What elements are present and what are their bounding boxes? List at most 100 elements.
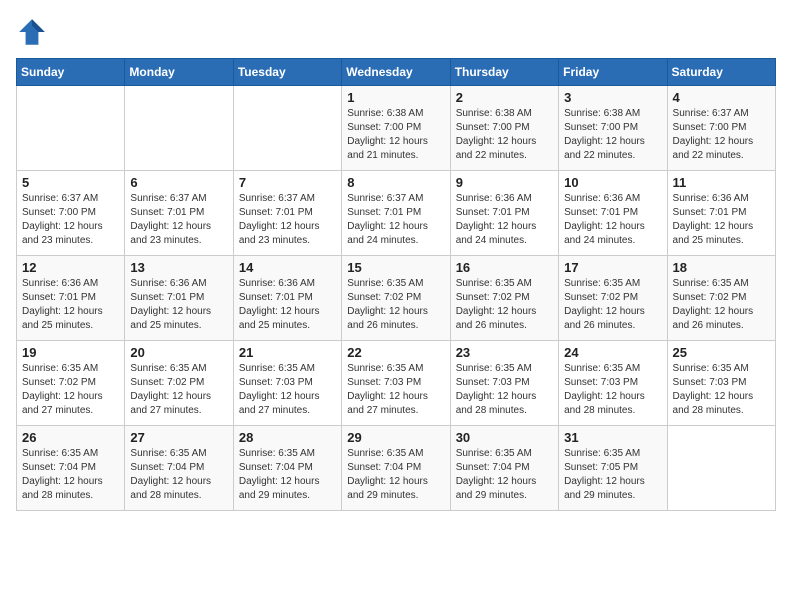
day-cell: 4Sunrise: 6:37 AM Sunset: 7:00 PM Daylig… xyxy=(667,86,775,171)
day-info: Sunrise: 6:35 AM Sunset: 7:02 PM Dayligh… xyxy=(22,362,119,418)
day-cell xyxy=(667,426,775,511)
day-info: Sunrise: 6:35 AM Sunset: 7:04 PM Dayligh… xyxy=(239,447,336,503)
day-cell: 5 Sunrise: 6:37 AM Sunset: 7:00 PM Daylig… xyxy=(17,171,125,256)
day-info: Sunrise: 6:35 AM Sunset: 7:03 PM Dayligh… xyxy=(456,362,553,418)
day-cell: 28 Sunrise: 6:35 AM Sunset: 7:04 PM Dayli… xyxy=(233,426,341,511)
week-row-4: 19 Sunrise: 6:35 AM Sunset: 7:02 PM Dayli… xyxy=(17,341,776,426)
day-info: Sunrise: 6:36 AM Sunset: 7:01 PM Dayligh… xyxy=(239,277,336,333)
day-cell: 11 Sunrise: 6:36 AM Sunset: 7:01 PM Dayli… xyxy=(667,171,775,256)
day-cell xyxy=(17,86,125,171)
header-tuesday: Tuesday xyxy=(233,59,341,86)
day-cell: 25Sunrise: 6:35 AM Sunset: 7:03 PM Dayli… xyxy=(667,341,775,426)
day-number: 18 xyxy=(673,260,770,275)
day-cell: 10Sunrise: 6:36 AM Sunset: 7:01 PM Dayli… xyxy=(559,171,667,256)
day-number: 16 xyxy=(456,260,553,275)
day-number: 8 xyxy=(347,175,444,190)
day-cell: 26Sunrise: 6:35 AM Sunset: 7:04 PM Dayli… xyxy=(17,426,125,511)
day-cell: 17Sunrise: 6:35 AM Sunset: 7:02 PM Dayli… xyxy=(559,256,667,341)
day-info: Sunrise: 6:35 AM Sunset: 7:05 PM Dayligh… xyxy=(564,447,661,503)
day-number: 21 xyxy=(239,345,336,360)
day-cell: 30 Sunrise: 6:35 AM Sunset: 7:04 PM Dayli… xyxy=(450,426,558,511)
day-number: 2 xyxy=(456,90,553,105)
day-info: Sunrise: 6:35 AM Sunset: 7:02 PM Dayligh… xyxy=(673,277,770,333)
day-info: Sunrise: 6:35 AM Sunset: 7:04 PM Dayligh… xyxy=(347,447,444,503)
day-cell: 12 Sunrise: 6:36 AM Sunset: 7:01 PM Dayli… xyxy=(17,256,125,341)
day-number: 9 xyxy=(456,175,553,190)
day-number: 7 xyxy=(239,175,336,190)
day-info: Sunrise: 6:36 AM Sunset: 7:01 PM Dayligh… xyxy=(673,192,770,248)
day-number: 30 xyxy=(456,430,553,445)
day-info: Sunrise: 6:36 AM Sunset: 7:01 PM Dayligh… xyxy=(130,277,227,333)
day-cell: 31 Sunrise: 6:35 AM Sunset: 7:05 PM Dayli… xyxy=(559,426,667,511)
day-cell: 27Sunrise: 6:35 AM Sunset: 7:04 PM Dayli… xyxy=(125,426,233,511)
day-info: Sunrise: 6:35 AM Sunset: 7:04 PM Dayligh… xyxy=(456,447,553,503)
day-info: Sunrise: 6:38 AM Sunset: 7:00 PM Dayligh… xyxy=(456,107,553,163)
day-cell: 6 Sunrise: 6:37 AM Sunset: 7:01 PM Daylig… xyxy=(125,171,233,256)
day-number: 13 xyxy=(130,260,227,275)
day-number: 5 xyxy=(22,175,119,190)
week-row-3: 12 Sunrise: 6:36 AM Sunset: 7:01 PM Dayli… xyxy=(17,256,776,341)
day-number: 12 xyxy=(22,260,119,275)
header-saturday: Saturday xyxy=(667,59,775,86)
day-info: Sunrise: 6:36 AM Sunset: 7:01 PM Dayligh… xyxy=(22,277,119,333)
header-wednesday: Wednesday xyxy=(342,59,450,86)
day-cell: 2 Sunrise: 6:38 AM Sunset: 7:00 PM Daylig… xyxy=(450,86,558,171)
day-cell xyxy=(233,86,341,171)
day-info: Sunrise: 6:35 AM Sunset: 7:03 PM Dayligh… xyxy=(239,362,336,418)
logo-icon xyxy=(16,16,48,48)
day-info: Sunrise: 6:36 AM Sunset: 7:01 PM Dayligh… xyxy=(456,192,553,248)
day-cell: 14 Sunrise: 6:36 AM Sunset: 7:01 PM Dayli… xyxy=(233,256,341,341)
day-info: Sunrise: 6:37 AM Sunset: 7:01 PM Dayligh… xyxy=(239,192,336,248)
day-number: 22 xyxy=(347,345,444,360)
day-cell: 8 Sunrise: 6:37 AM Sunset: 7:01 PM Daylig… xyxy=(342,171,450,256)
day-number: 1 xyxy=(347,90,444,105)
day-info: Sunrise: 6:35 AM Sunset: 7:02 PM Dayligh… xyxy=(564,277,661,333)
page-header xyxy=(16,16,776,48)
day-cell: 19 Sunrise: 6:35 AM Sunset: 7:02 PM Dayli… xyxy=(17,341,125,426)
header-sunday: Sunday xyxy=(17,59,125,86)
day-info: Sunrise: 6:37 AM Sunset: 7:00 PM Dayligh… xyxy=(673,107,770,163)
day-cell: 18 Sunrise: 6:35 AM Sunset: 7:02 PM Dayli… xyxy=(667,256,775,341)
week-row-2: 5 Sunrise: 6:37 AM Sunset: 7:00 PM Daylig… xyxy=(17,171,776,256)
day-cell: 13 Sunrise: 6:36 AM Sunset: 7:01 PM Dayli… xyxy=(125,256,233,341)
day-info: Sunrise: 6:38 AM Sunset: 7:00 PM Dayligh… xyxy=(347,107,444,163)
day-info: Sunrise: 6:37 AM Sunset: 7:00 PM Dayligh… xyxy=(22,192,119,248)
day-cell xyxy=(125,86,233,171)
day-cell: 23Sunrise: 6:35 AM Sunset: 7:03 PM Dayli… xyxy=(450,341,558,426)
day-info: Sunrise: 6:38 AM Sunset: 7:00 PM Dayligh… xyxy=(564,107,661,163)
day-info: Sunrise: 6:35 AM Sunset: 7:03 PM Dayligh… xyxy=(564,362,661,418)
day-number: 26 xyxy=(22,430,119,445)
calendar-table: SundayMondayTuesdayWednesdayThursdayFrid… xyxy=(16,58,776,511)
day-number: 14 xyxy=(239,260,336,275)
day-cell: 24 Sunrise: 6:35 AM Sunset: 7:03 PM Dayli… xyxy=(559,341,667,426)
day-cell: 20Sunrise: 6:35 AM Sunset: 7:02 PM Dayli… xyxy=(125,341,233,426)
day-number: 19 xyxy=(22,345,119,360)
day-info: Sunrise: 6:35 AM Sunset: 7:03 PM Dayligh… xyxy=(347,362,444,418)
day-info: Sunrise: 6:37 AM Sunset: 7:01 PM Dayligh… xyxy=(130,192,227,248)
day-cell: 9 Sunrise: 6:36 AM Sunset: 7:01 PM Daylig… xyxy=(450,171,558,256)
day-info: Sunrise: 6:35 AM Sunset: 7:02 PM Dayligh… xyxy=(347,277,444,333)
day-cell: 1 Sunrise: 6:38 AM Sunset: 7:00 PM Daylig… xyxy=(342,86,450,171)
day-number: 3 xyxy=(564,90,661,105)
day-number: 24 xyxy=(564,345,661,360)
day-number: 28 xyxy=(239,430,336,445)
day-cell: 16Sunrise: 6:35 AM Sunset: 7:02 PM Dayli… xyxy=(450,256,558,341)
day-cell: 7 Sunrise: 6:37 AM Sunset: 7:01 PM Daylig… xyxy=(233,171,341,256)
day-number: 31 xyxy=(564,430,661,445)
day-cell: 3 Sunrise: 6:38 AM Sunset: 7:00 PM Daylig… xyxy=(559,86,667,171)
day-info: Sunrise: 6:35 AM Sunset: 7:04 PM Dayligh… xyxy=(130,447,227,503)
day-info: Sunrise: 6:36 AM Sunset: 7:01 PM Dayligh… xyxy=(564,192,661,248)
day-number: 11 xyxy=(673,175,770,190)
logo xyxy=(16,16,52,48)
day-number: 29 xyxy=(347,430,444,445)
day-cell: 15Sunrise: 6:35 AM Sunset: 7:02 PM Dayli… xyxy=(342,256,450,341)
header-thursday: Thursday xyxy=(450,59,558,86)
day-info: Sunrise: 6:35 AM Sunset: 7:02 PM Dayligh… xyxy=(130,362,227,418)
day-cell: 29 Sunrise: 6:35 AM Sunset: 7:04 PM Dayli… xyxy=(342,426,450,511)
day-number: 6 xyxy=(130,175,227,190)
header-friday: Friday xyxy=(559,59,667,86)
day-info: Sunrise: 6:37 AM Sunset: 7:01 PM Dayligh… xyxy=(347,192,444,248)
week-row-1: 1 Sunrise: 6:38 AM Sunset: 7:00 PM Daylig… xyxy=(17,86,776,171)
header-monday: Monday xyxy=(125,59,233,86)
day-cell: 22 Sunrise: 6:35 AM Sunset: 7:03 PM Dayli… xyxy=(342,341,450,426)
